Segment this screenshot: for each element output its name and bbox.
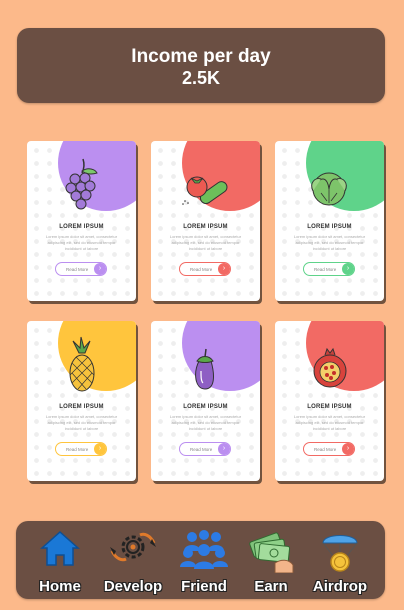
develop-gear-icon	[110, 532, 156, 562]
read-more-button[interactable]: Read More ›	[55, 442, 107, 456]
nav-home-label: Home	[39, 578, 81, 595]
nav-friend-label: Friend	[181, 578, 227, 595]
read-more-button[interactable]: Read More ›	[55, 262, 107, 276]
card-grapes[interactable]: LOREM IPSUM Lorem ipsum dolor sit amet, …	[27, 141, 136, 301]
card-eggplant[interactable]: LOREM IPSUM Lorem ipsum dolor sit amet, …	[151, 321, 260, 481]
nav-develop-label: Develop	[103, 578, 163, 595]
card-description: Lorem ipsum dolor sit amet, consectetur …	[45, 234, 118, 251]
card-title: LOREM IPSUM	[307, 224, 352, 230]
coin-parachute-icon	[322, 535, 358, 572]
arrow-right-icon: ›	[218, 263, 230, 275]
nav-airdrop-label: Airdrop	[312, 578, 368, 595]
money-hand-icon	[249, 532, 294, 573]
nav-airdrop[interactable]: Airdrop	[304, 529, 376, 595]
card-pineapple[interactable]: LOREM IPSUM Lorem ipsum dolor sit amet, …	[27, 321, 136, 481]
read-more-label: Read More	[314, 266, 337, 272]
card-description: Lorem ipsum dolor sit amet, consectetur …	[293, 234, 366, 251]
cabbage-icon	[311, 172, 347, 206]
arrow-right-icon: ›	[94, 263, 106, 275]
read-more-button[interactable]: Read More ›	[303, 442, 355, 456]
tomato-cucumber-icon	[182, 176, 228, 205]
card-description: Lorem ipsum dolor sit amet, consectetur …	[169, 414, 242, 431]
home-icon	[40, 530, 80, 566]
friends-group-icon	[180, 530, 228, 569]
nav-home[interactable]: Home	[24, 529, 96, 595]
read-more-button[interactable]: Read More ›	[179, 442, 231, 456]
card-cabbage[interactable]: LOREM IPSUM Lorem ipsum dolor sit amet, …	[275, 141, 384, 301]
arrow-right-icon: ›	[218, 443, 230, 455]
read-more-label: Read More	[190, 446, 213, 452]
card-grid: LOREM IPSUM Lorem ipsum dolor sit amet, …	[0, 0, 404, 500]
card-description: Lorem ipsum dolor sit amet, consectetur …	[169, 234, 242, 251]
nav-earn[interactable]: Earn	[235, 529, 307, 595]
nav-develop[interactable]: Develop	[97, 529, 169, 595]
read-more-label: Read More	[190, 266, 213, 272]
card-description: Lorem ipsum dolor sit amet, consectetur …	[45, 414, 118, 431]
arrow-right-icon: ›	[94, 443, 106, 455]
card-title: LOREM IPSUM	[183, 404, 228, 410]
bottom-nav: Home Develop Friend Earn Airdrop	[16, 521, 385, 599]
grapes-icon	[65, 158, 98, 210]
pomegranate-icon	[313, 347, 347, 388]
arrow-right-icon: ›	[342, 263, 354, 275]
arrow-right-icon: ›	[342, 443, 354, 455]
read-more-button[interactable]: Read More ›	[179, 262, 231, 276]
card-pomegranate[interactable]: LOREM IPSUM Lorem ipsum dolor sit amet, …	[275, 321, 384, 481]
nav-friend[interactable]: Friend	[168, 529, 240, 595]
card-title: LOREM IPSUM	[59, 224, 104, 230]
card-title: LOREM IPSUM	[307, 404, 352, 410]
card-description: Lorem ipsum dolor sit amet, consectetur …	[293, 414, 366, 431]
read-more-label: Read More	[314, 446, 337, 452]
card-title: LOREM IPSUM	[59, 404, 104, 410]
read-more-label: Read More	[66, 446, 89, 452]
card-tomato[interactable]: LOREM IPSUM Lorem ipsum dolor sit amet, …	[151, 141, 260, 301]
read-more-button[interactable]: Read More ›	[303, 262, 355, 276]
pineapple-icon	[69, 336, 95, 392]
card-title: LOREM IPSUM	[183, 224, 228, 230]
nav-earn-label: Earn	[254, 578, 288, 595]
eggplant-icon	[195, 348, 214, 390]
read-more-label: Read More	[66, 266, 89, 272]
